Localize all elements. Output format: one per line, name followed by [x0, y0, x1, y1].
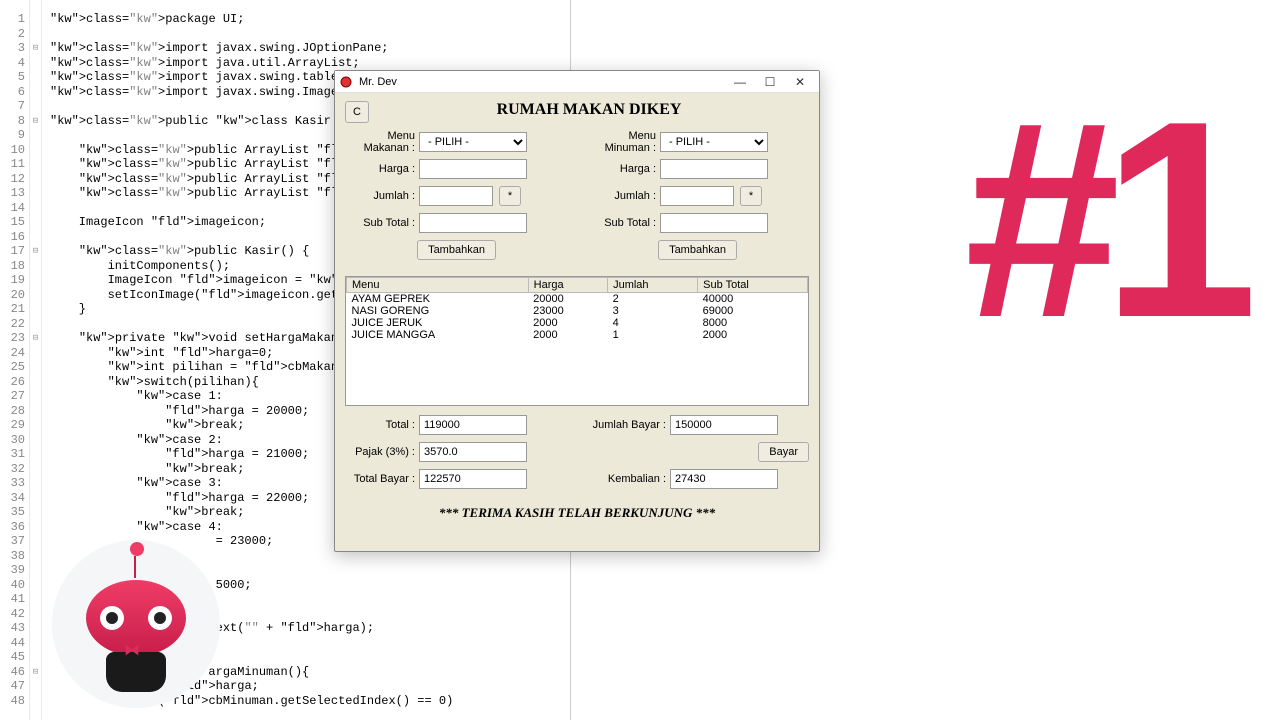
bayar-button[interactable]: Bayar: [758, 442, 809, 462]
table-cell: NASI GORENG: [347, 305, 529, 317]
food-multiply-button[interactable]: *: [499, 186, 521, 206]
titlebar: Mr. Dev — ☐ ✕: [335, 71, 819, 93]
table-header[interactable]: Sub Total: [698, 278, 808, 293]
table-header[interactable]: Jumlah: [608, 278, 698, 293]
pajak-label: Pajak (3%) :: [345, 446, 419, 458]
food-menu-select[interactable]: - PILIH -: [419, 132, 527, 152]
table-cell: 4: [608, 317, 698, 329]
kembalian-label: Kembalian :: [586, 473, 670, 485]
drink-add-button[interactable]: Tambahkan: [658, 240, 737, 260]
drink-harga-input[interactable]: [660, 159, 768, 179]
code-line: "kw">class="kw">import java.util.ArrayLi…: [50, 56, 561, 71]
table-header[interactable]: Harga: [528, 278, 607, 293]
totalbayar-input[interactable]: [419, 469, 527, 489]
food-subtotal-label: Sub Total :: [345, 217, 419, 229]
jmlbayar-input[interactable]: [670, 415, 778, 435]
app-title: RUMAH MAKAN DIKEY: [369, 101, 809, 119]
food-jumlah-label: Jumlah :: [345, 190, 419, 202]
table-cell: 2000: [698, 329, 808, 341]
table-cell: 2000: [528, 329, 607, 341]
drink-jumlah-label: Jumlah :: [586, 190, 660, 202]
order-table[interactable]: MenuHargaJumlahSub TotalAYAM GEPREK20000…: [345, 276, 809, 406]
app-window: Mr. Dev — ☐ ✕ C RUMAH MAKAN DIKEY Menu M…: [334, 70, 820, 552]
totalbayar-label: Total Bayar :: [345, 473, 419, 485]
app-icon: [339, 75, 353, 89]
table-row[interactable]: JUICE MANGGA200012000: [347, 329, 808, 341]
drink-harga-label: Harga :: [586, 163, 660, 175]
table-cell: 8000: [698, 317, 808, 329]
table-row[interactable]: NASI GORENG23000369000: [347, 305, 808, 317]
jmlbayar-label: Jumlah Bayar :: [586, 419, 670, 431]
table-cell: 23000: [528, 305, 607, 317]
kembalian-input[interactable]: [670, 469, 778, 489]
drink-menu-label: Menu Minuman :: [586, 130, 660, 154]
thanks-message: *** TERIMA KASIH TELAH BERKUNJUNG ***: [345, 505, 809, 521]
food-harga-label: Harga :: [345, 163, 419, 175]
food-harga-input[interactable]: [419, 159, 527, 179]
food-panel: Menu Makanan : - PILIH - Harga : Jumlah …: [345, 131, 568, 266]
table-header[interactable]: Menu: [347, 278, 529, 293]
minimize-button[interactable]: —: [725, 73, 755, 91]
close-button[interactable]: ✕: [785, 73, 815, 91]
table-cell: AYAM GEPREK: [347, 293, 529, 306]
food-jumlah-input[interactable]: [419, 186, 493, 206]
table-row[interactable]: JUICE JERUK200048000: [347, 317, 808, 329]
pajak-input[interactable]: [419, 442, 527, 462]
total-input[interactable]: [419, 415, 527, 435]
maximize-button[interactable]: ☐: [755, 73, 785, 91]
drink-subtotal-input[interactable]: [660, 213, 768, 233]
food-subtotal-input[interactable]: [419, 213, 527, 233]
code-line: [50, 27, 561, 42]
avatar-icon: ⧓: [52, 540, 220, 708]
table-cell: 69000: [698, 305, 808, 317]
table-cell: 1: [608, 329, 698, 341]
code-line: "kw">class="kw">import javax.swing.JOpti…: [50, 41, 561, 56]
table-row[interactable]: AYAM GEPREK20000240000: [347, 293, 808, 306]
drink-panel: Menu Minuman : - PILIH - Harga : Jumlah …: [586, 131, 809, 266]
table-cell: JUICE JERUK: [347, 317, 529, 329]
table-cell: 3: [608, 305, 698, 317]
table-cell: 20000: [528, 293, 607, 306]
table-cell: 2000: [528, 317, 607, 329]
table-cell: 40000: [698, 293, 808, 306]
table-cell: JUICE MANGGA: [347, 329, 529, 341]
overlay-number: #1: [965, 60, 1240, 381]
table-cell: 2: [608, 293, 698, 306]
clear-button[interactable]: C: [345, 101, 369, 123]
drink-menu-select[interactable]: - PILIH -: [660, 132, 768, 152]
total-label: Total :: [345, 419, 419, 431]
drink-jumlah-input[interactable]: [660, 186, 734, 206]
window-title: Mr. Dev: [359, 76, 725, 88]
food-menu-label: Menu Makanan :: [345, 130, 419, 154]
drink-subtotal-label: Sub Total :: [586, 217, 660, 229]
food-add-button[interactable]: Tambahkan: [417, 240, 496, 260]
drink-multiply-button[interactable]: *: [740, 186, 762, 206]
code-line: "kw">class="kw">package UI;: [50, 12, 561, 27]
